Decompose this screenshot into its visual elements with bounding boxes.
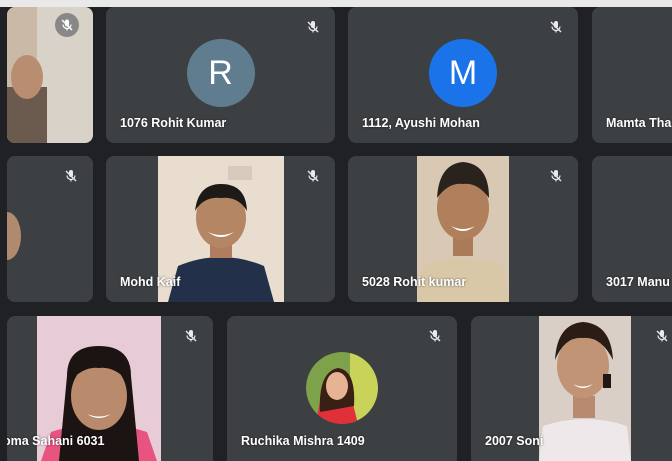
mic-off-icon — [544, 15, 568, 39]
mic-off-icon — [55, 13, 79, 37]
participant-tile[interactable]: 2007 Soni — [471, 316, 672, 461]
participant-name: 1076 Rohit Kumar — [120, 116, 227, 130]
mic-off-icon — [301, 15, 325, 39]
participant-tile[interactable]: Ruchika Mishra 1409 — [227, 316, 457, 461]
participant-name: 2007 Soni — [485, 434, 544, 448]
participant-tile[interactable]: Mamta Tha — [592, 7, 672, 143]
participant-name: oma Sahani 6031 — [7, 434, 105, 448]
participant-tile[interactable]: M 1112, Ayushi Mohan — [348, 7, 578, 143]
participant-name: 3017 Manu — [606, 275, 670, 289]
mic-off-icon — [544, 164, 568, 188]
participant-name: 5028 Rohit kumar — [362, 275, 467, 289]
avatar: R — [186, 39, 255, 107]
participant-tile[interactable] — [7, 156, 93, 302]
participant-name: 1112, Ayushi Mohan — [362, 116, 480, 130]
participant-tile[interactable]: 5028 Rohit kumar — [348, 156, 578, 302]
participant-tile[interactable] — [7, 7, 93, 143]
participant-tile[interactable]: oma Sahani 6031 — [7, 316, 213, 461]
avatar — [306, 352, 378, 424]
participant-video — [7, 7, 93, 143]
participant-video — [539, 316, 631, 461]
mic-off-icon — [59, 164, 83, 188]
participant-name: Mamta Tha — [606, 116, 672, 130]
participant-tile[interactable]: 3017 Manu — [592, 156, 672, 302]
mic-off-icon — [301, 164, 325, 188]
avatar: M — [429, 39, 497, 107]
mic-off-icon — [423, 324, 447, 348]
mic-off-icon — [179, 324, 203, 348]
participant-name: Mohd Kaif — [120, 275, 181, 289]
participant-name: Ruchika Mishra 1409 — [241, 434, 365, 448]
mic-off-icon — [650, 324, 672, 348]
participant-tile[interactable]: Mohd Kaif — [106, 156, 335, 302]
screen-glare — [0, 0, 672, 7]
participant-tile[interactable]: R 1076 Rohit Kumar — [106, 7, 335, 143]
